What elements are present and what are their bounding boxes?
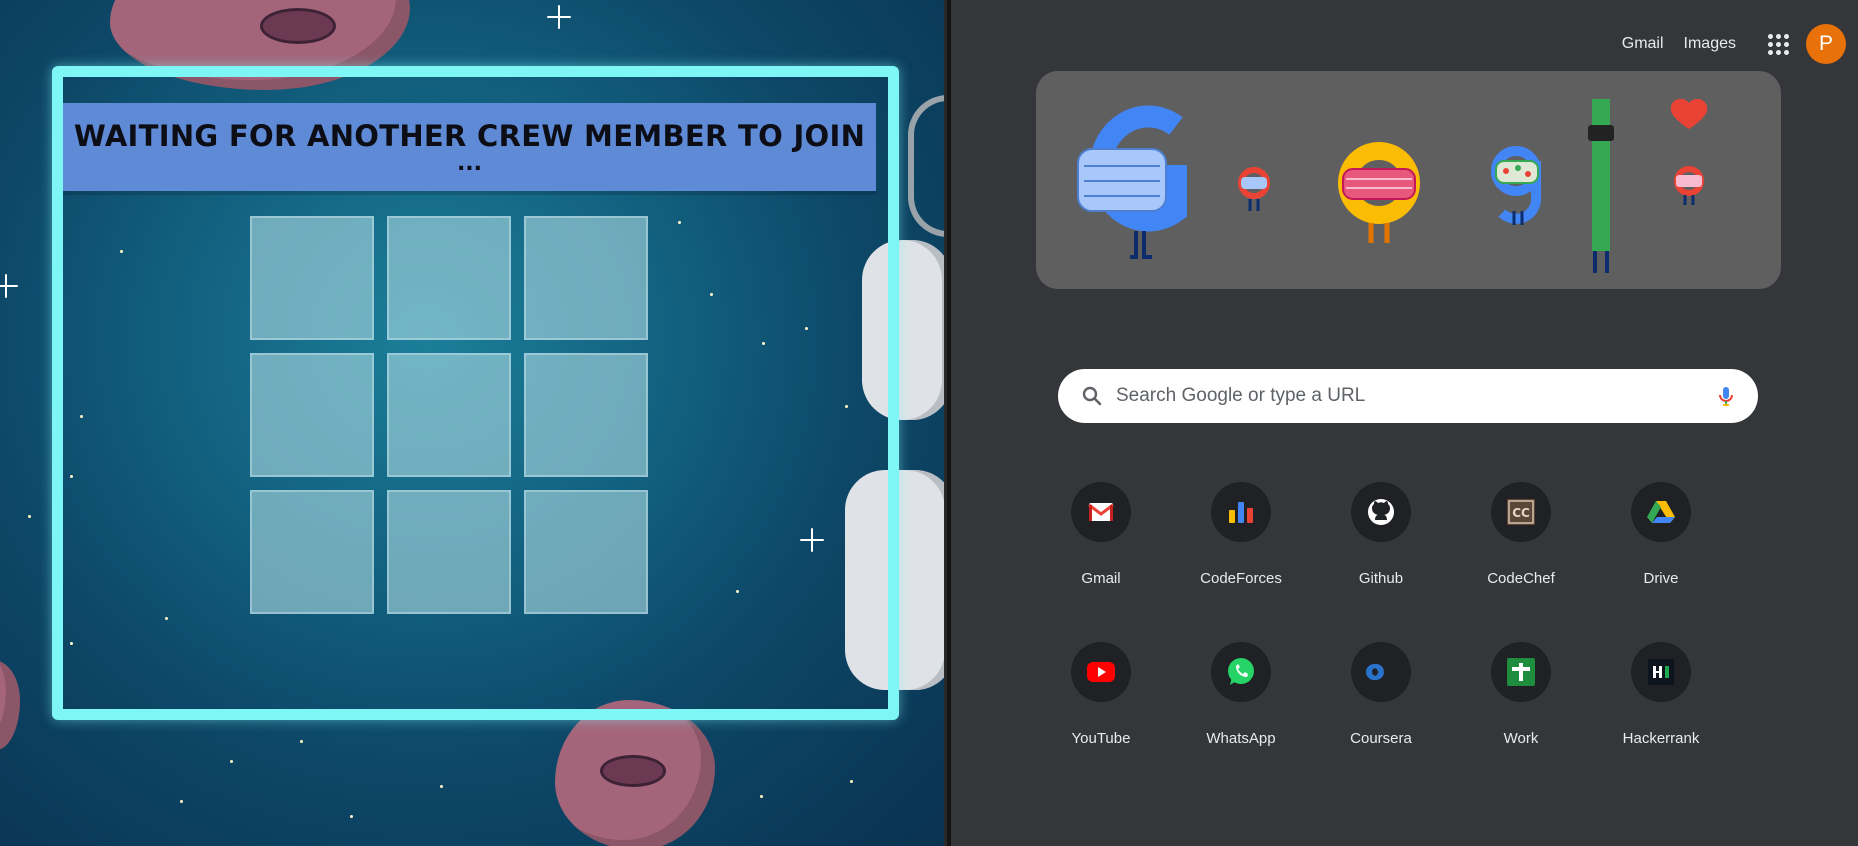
- google-doodle[interactable]: [1036, 71, 1781, 289]
- shortcut-coursera[interactable]: Coursera: [1311, 638, 1451, 764]
- shortcut-label: Gmail: [1081, 570, 1121, 587]
- shortcut-label: Drive: [1643, 570, 1679, 587]
- tic-tac-toe-grid: [250, 216, 648, 614]
- game-window: WAITING FOR ANOTHER CREW MEMBER TO JOIN …: [0, 0, 947, 846]
- google-apps-icon[interactable]: [1756, 22, 1800, 66]
- shortcut-codechef[interactable]: CC CodeChef: [1451, 478, 1591, 604]
- shortcut-label: CodeForces: [1200, 570, 1282, 587]
- asteroid-decoration: [555, 700, 715, 846]
- grid-cell[interactable]: [250, 216, 374, 340]
- drive-icon: [1631, 482, 1691, 542]
- top-bar: Gmail Images P: [1622, 22, 1846, 66]
- asteroid-eye: [600, 755, 666, 787]
- github-icon: [1351, 482, 1411, 542]
- grid-cell[interactable]: [250, 353, 374, 477]
- star-decoration: [28, 515, 31, 518]
- codechef-icon: CC: [1491, 482, 1551, 542]
- grid-cell[interactable]: [387, 490, 511, 614]
- shortcut-youtube[interactable]: YouTube: [1031, 638, 1171, 764]
- star-decoration: [180, 800, 183, 803]
- sparkle-decoration: [547, 5, 571, 29]
- whatsapp-icon: [1211, 642, 1271, 702]
- grid-cell[interactable]: [524, 216, 648, 340]
- grid-cell[interactable]: [524, 490, 648, 614]
- doodle-illustration-icon: [1077, 98, 1708, 273]
- shortcut-github[interactable]: Github: [1311, 478, 1451, 604]
- asteroid-decoration: [0, 660, 20, 750]
- waiting-title: WAITING FOR ANOTHER CREW MEMBER TO JOIN: [73, 119, 866, 153]
- shortcut-label: YouTube: [1071, 730, 1131, 747]
- shortcuts-grid: Gmail CodeForces Github CC CodeChef Driv…: [1031, 478, 1731, 764]
- asteroid-eye: [260, 8, 336, 44]
- shortcut-whatsapp[interactable]: WhatsApp: [1171, 638, 1311, 764]
- shortcut-label: Github: [1358, 570, 1404, 587]
- astronaut-tether-decoration: [908, 95, 947, 237]
- shortcut-gmail[interactable]: Gmail: [1031, 478, 1171, 604]
- youtube-icon: [1071, 642, 1131, 702]
- gmail-icon: [1071, 482, 1131, 542]
- shortcut-drive[interactable]: Drive: [1591, 478, 1731, 604]
- search-input[interactable]: [1114, 384, 1714, 408]
- waiting-banner: WAITING FOR ANOTHER CREW MEMBER TO JOIN …: [63, 103, 876, 191]
- grid-cell[interactable]: [387, 216, 511, 340]
- shortcut-label: CodeChef: [1487, 570, 1555, 587]
- hackerrank-icon: [1631, 642, 1691, 702]
- shortcut-label: Coursera: [1350, 730, 1412, 747]
- account-avatar[interactable]: P: [1806, 24, 1846, 64]
- microphone-icon[interactable]: [1714, 384, 1738, 408]
- shortcut-codeforces[interactable]: CodeForces: [1171, 478, 1311, 604]
- shortcut-label: Work: [1503, 730, 1539, 747]
- shortcut-label: WhatsApp: [1206, 730, 1276, 747]
- star-decoration: [440, 785, 443, 788]
- grid-cell[interactable]: [387, 353, 511, 477]
- grid-cell[interactable]: [250, 490, 374, 614]
- search-box[interactable]: [1058, 369, 1758, 423]
- star-decoration: [850, 780, 853, 783]
- star-decoration: [760, 795, 763, 798]
- new-tab-page: Gmail Images P Search Google or type a U…: [951, 0, 1858, 846]
- shortcut-label: Hackerrank: [1622, 730, 1700, 747]
- search-icon: [1082, 386, 1102, 406]
- shortcut-hackerrank[interactable]: Hackerrank: [1591, 638, 1731, 764]
- star-decoration: [230, 760, 233, 763]
- star-decoration: [300, 740, 303, 743]
- sparkle-decoration: [0, 274, 18, 298]
- shortcut-work[interactable]: Work: [1451, 638, 1591, 764]
- svg-text:CC: CC: [1512, 506, 1530, 520]
- gmail-link[interactable]: Gmail: [1622, 35, 1664, 53]
- images-link[interactable]: Images: [1684, 35, 1736, 53]
- waiting-dots: ...: [456, 151, 483, 176]
- coursera-icon: [1351, 642, 1411, 702]
- star-decoration: [350, 815, 353, 818]
- work-icon: [1491, 642, 1551, 702]
- grid-cell[interactable]: [524, 353, 648, 477]
- codeforces-icon: [1211, 482, 1271, 542]
